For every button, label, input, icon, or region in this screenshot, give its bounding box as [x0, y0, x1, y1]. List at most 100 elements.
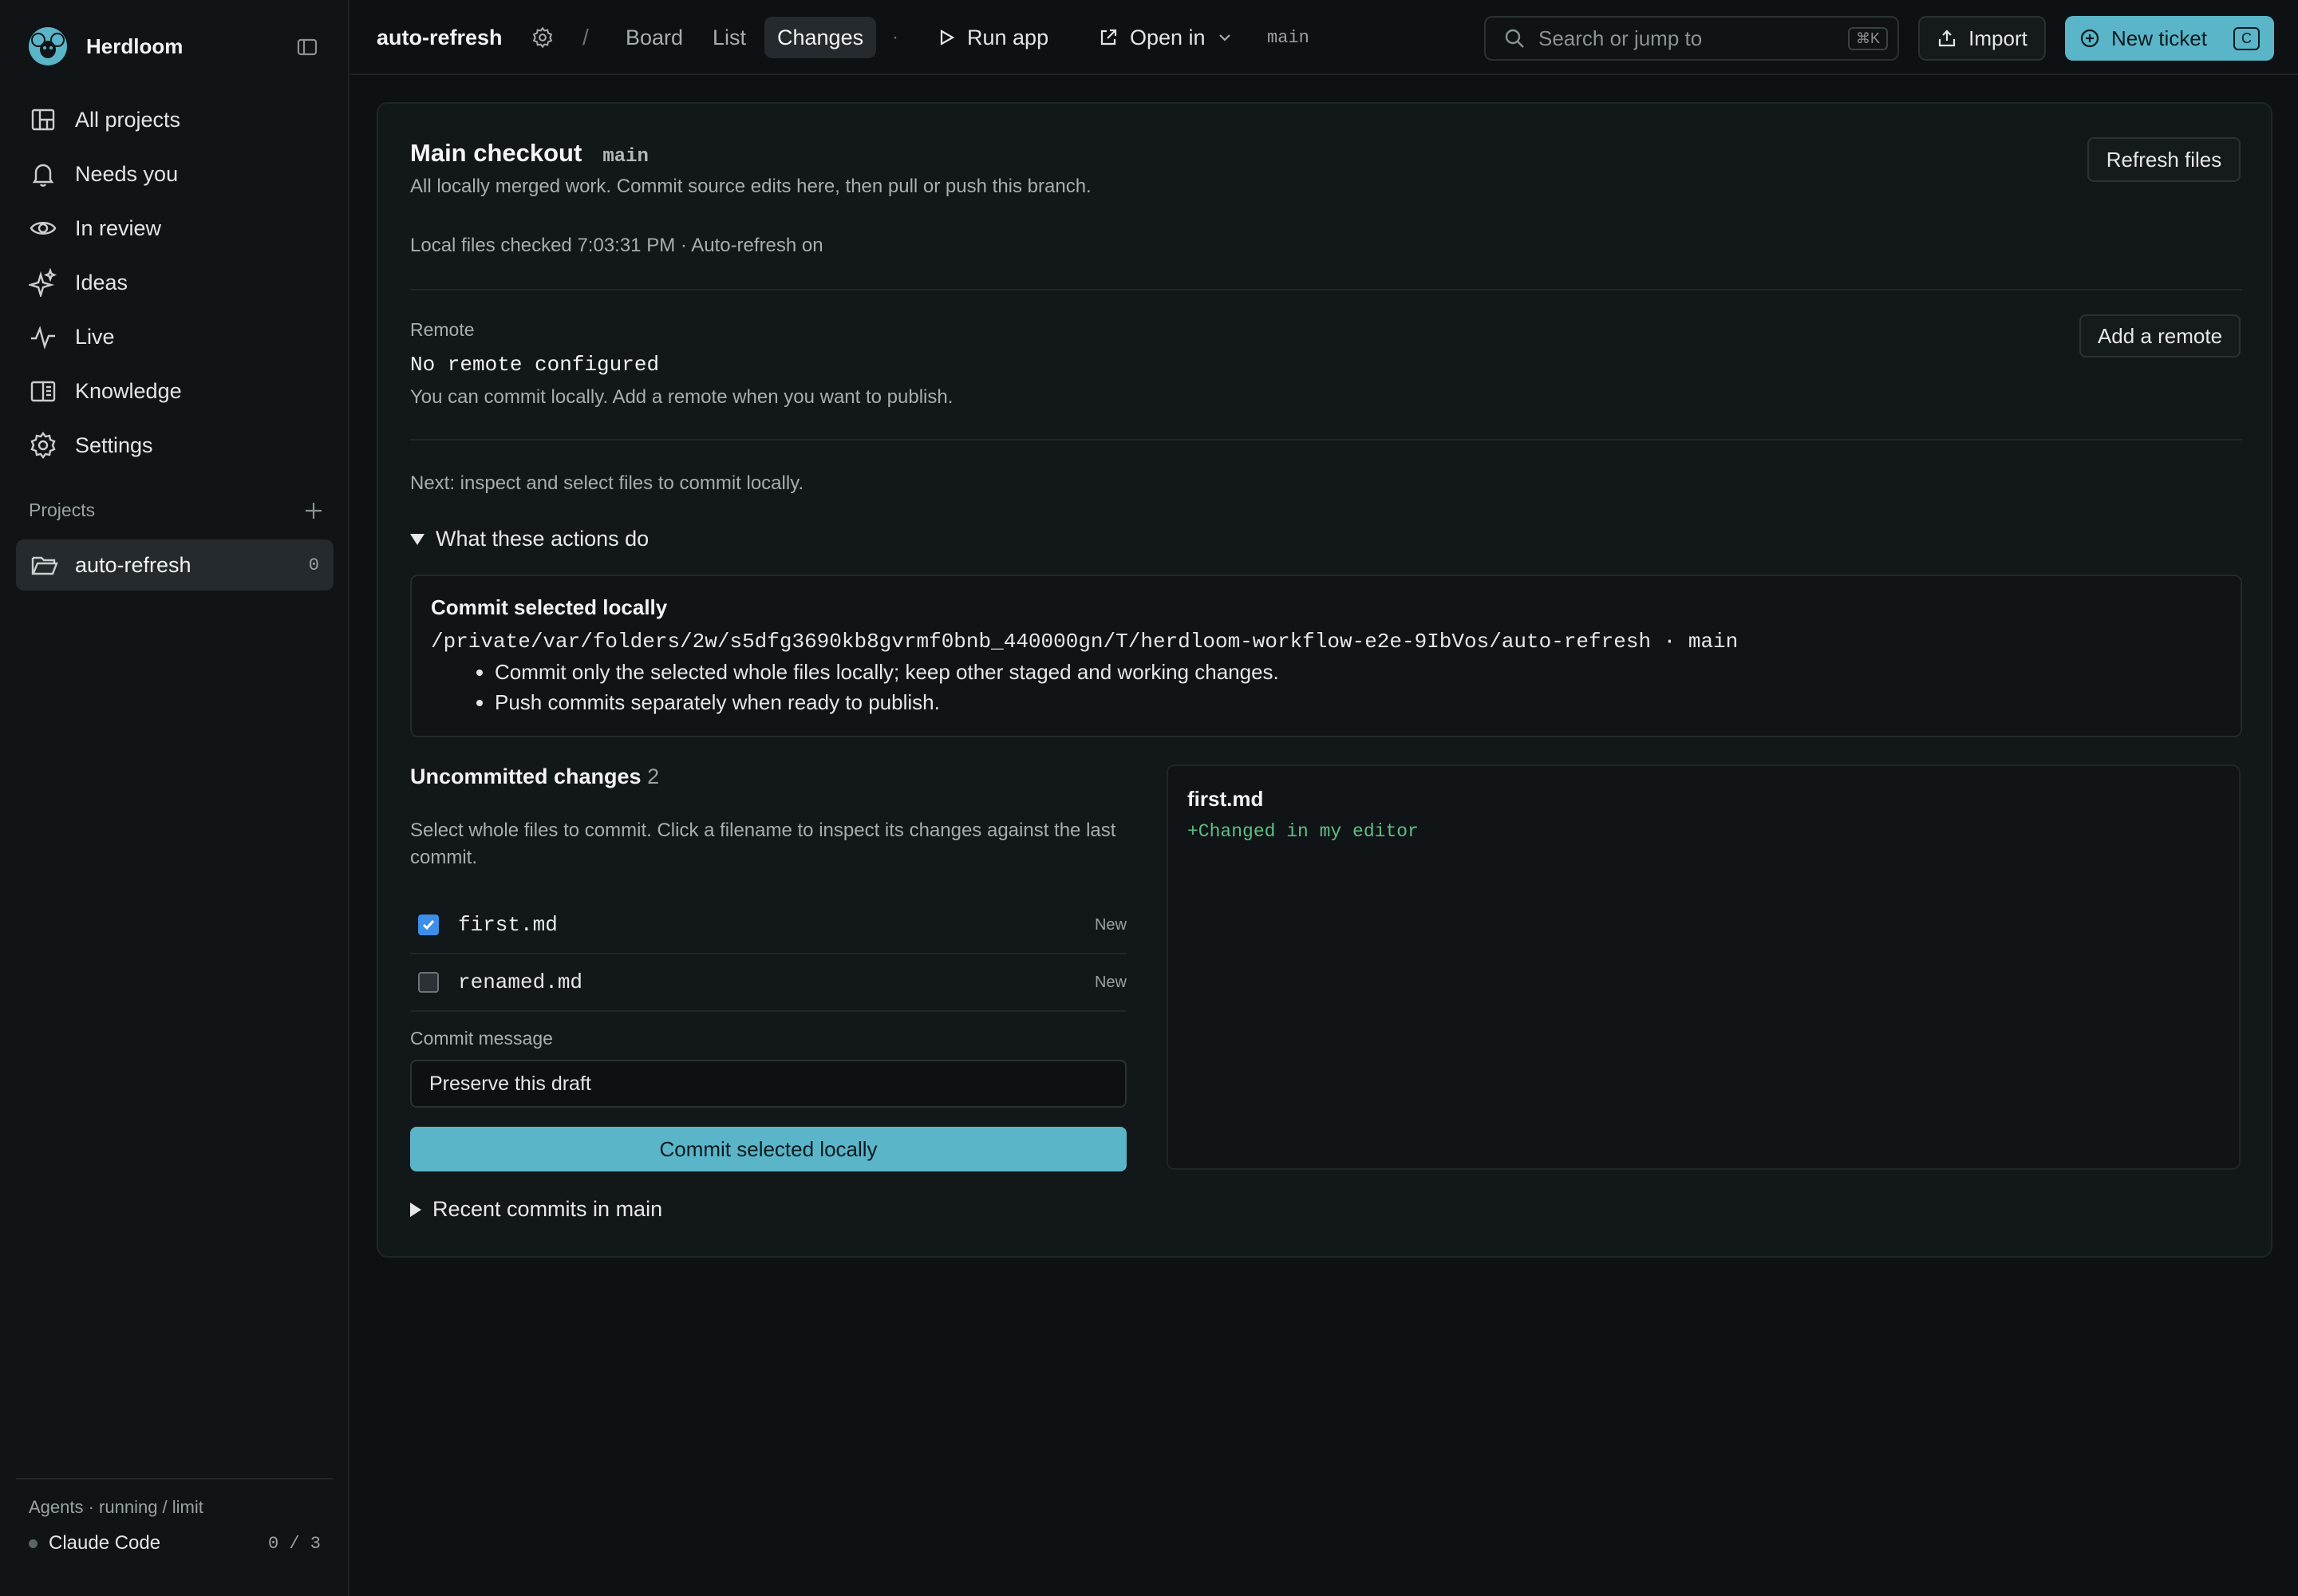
- sidebar-item-settings[interactable]: Settings: [16, 418, 334, 472]
- sidebar-item-in-review[interactable]: In review: [16, 201, 334, 255]
- page-subtitle: All locally merged work. Commit source e…: [410, 176, 1092, 197]
- tab-board[interactable]: Board: [626, 0, 683, 75]
- repo-path: /private/var/folders/2w/s5dfg3690kb8gvrm…: [431, 630, 1739, 654]
- agent-name: Claude Code: [49, 1532, 161, 1554]
- sidebar-item-label: Settings: [75, 433, 153, 457]
- add-project-icon[interactable]: [303, 500, 324, 521]
- play-icon: [937, 28, 956, 47]
- file-name-link[interactable]: renamed.md: [458, 970, 582, 994]
- actions-details-toggle[interactable]: What these actions do: [410, 527, 649, 551]
- agent-count: 0 / 3: [267, 1533, 321, 1554]
- caret-down-icon: [410, 533, 424, 545]
- sidebar-item-all-projects[interactable]: All projects: [16, 93, 334, 147]
- book-icon: [29, 377, 57, 405]
- agents-panel: Agents · running / limit Claude Code 0 /…: [16, 1478, 334, 1555]
- bell-icon: [29, 160, 57, 188]
- recent-commits-toggle[interactable]: Recent commits in main: [410, 1197, 662, 1222]
- gear-icon: [29, 431, 57, 460]
- details-summary: What these actions do: [436, 527, 650, 551]
- refresh-files-button[interactable]: Refresh files: [2087, 137, 2241, 182]
- diff-added-line: +Changed in my editor: [1187, 821, 1419, 842]
- folder-icon: [30, 551, 59, 579]
- file-row[interactable]: first.md New: [410, 897, 1127, 954]
- import-label: Import: [1968, 26, 2028, 50]
- main-checkout-card: Main checkout main All locally merged wo…: [377, 102, 2272, 1258]
- sidebar-toggle-icon[interactable]: [295, 35, 319, 59]
- project-settings-icon[interactable]: [531, 0, 554, 75]
- remote-value: No remote configured: [410, 353, 660, 377]
- search-placeholder: Search or jump to: [1538, 26, 1703, 50]
- tab-list[interactable]: List: [713, 0, 746, 75]
- sidebar-item-live[interactable]: Live: [16, 310, 334, 364]
- info-bullet: Push commits separately when ready to pu…: [495, 687, 2221, 717]
- uncommitted-title-text: Uncommitted changes: [410, 764, 642, 788]
- plus-circle-icon: [2079, 28, 2100, 49]
- sidebar-item-label: In review: [75, 215, 162, 240]
- diff-file-name: first.md: [1187, 787, 1264, 811]
- files-checked-status: Local files checked 7:03:31 PM · Auto-re…: [410, 235, 823, 256]
- brand[interactable]: Herdloom: [26, 24, 183, 69]
- pulse-icon: [29, 322, 57, 351]
- new-ticket-button[interactable]: New ticket C: [2065, 16, 2274, 61]
- sidebar-item-needs-you[interactable]: Needs you: [16, 147, 334, 201]
- run-app-button[interactable]: Run app: [937, 0, 1048, 75]
- open-in-button[interactable]: Open in: [1098, 0, 1233, 75]
- sidebar-item-knowledge[interactable]: Knowledge: [16, 364, 334, 418]
- sidebar-nav: All projects Needs you In review Ideas L…: [16, 93, 334, 472]
- tab-changes[interactable]: Changes: [764, 17, 877, 58]
- new-ticket-label: New ticket: [2111, 26, 2207, 50]
- file-checkbox[interactable]: [418, 915, 439, 935]
- open-in-label: Open in: [1130, 25, 1206, 49]
- uncommitted-count: 2: [647, 764, 660, 788]
- info-bullet: Commit only the selected whole files loc…: [495, 657, 2221, 687]
- branch-label: main: [602, 146, 649, 168]
- breadcrumb-separator: /: [582, 25, 589, 49]
- recent-commits-summary: Recent commits in main: [432, 1197, 663, 1221]
- divider: [410, 289, 2242, 290]
- uncommitted-help: Select whole files to commit. Click a fi…: [410, 820, 1116, 868]
- remote-help: You can commit locally. Add a remote whe…: [410, 386, 954, 408]
- diff-panel: first.md +Changed in my editor: [1167, 764, 2241, 1170]
- agents-title: Agents · running / limit: [29, 1497, 203, 1517]
- divider: [410, 439, 2242, 440]
- external-link-icon: [1098, 27, 1119, 48]
- file-name-link[interactable]: first.md: [458, 913, 558, 937]
- sidebar-item-ideas[interactable]: Ideas: [16, 255, 334, 310]
- info-list: Commit only the selected whole files loc…: [431, 657, 2221, 717]
- info-title: Commit selected locally: [431, 595, 668, 619]
- import-button[interactable]: Import: [1918, 16, 2046, 61]
- sidebar-item-label: Needs you: [75, 161, 179, 186]
- upload-icon: [1937, 28, 1957, 49]
- page-title-text: Main checkout: [410, 139, 582, 167]
- agent-status-dot: [29, 1539, 38, 1548]
- grid-icon: [29, 105, 57, 134]
- sheep-logo-icon: [26, 24, 70, 69]
- eye-icon: [29, 214, 57, 243]
- file-checkbox[interactable]: [418, 972, 439, 993]
- separator-dot: ·: [892, 26, 898, 48]
- sidebar-item-label: Live: [75, 324, 115, 349]
- agent-row[interactable]: Claude Code 0 / 3: [29, 1532, 321, 1555]
- sidebar-item-label: Knowledge: [75, 378, 182, 403]
- projects-label: Projects: [29, 500, 96, 520]
- topbar: auto-refresh / Board List Changes · Run …: [351, 0, 2298, 75]
- project-title: auto-refresh: [377, 25, 503, 49]
- commit-message-label: Commit message: [410, 1028, 553, 1049]
- next-step-hint: Next: inspect and select files to commit…: [410, 472, 804, 494]
- sidebar-item-label: Ideas: [75, 270, 128, 294]
- sidebar-item-label: All projects: [75, 107, 181, 132]
- file-row[interactable]: renamed.md New: [410, 954, 1127, 1012]
- commit-message-input[interactable]: [410, 1060, 1127, 1108]
- actions-info-box: Commit selected locally /private/var/fol…: [410, 575, 2242, 737]
- sparkle-icon: [29, 268, 57, 297]
- project-count: 0: [308, 555, 319, 575]
- commit-selected-button[interactable]: Commit selected locally: [410, 1127, 1127, 1171]
- run-app-label: Run app: [967, 25, 1049, 49]
- uncommitted-title: Uncommitted changes 2: [410, 764, 659, 789]
- project-item-auto-refresh[interactable]: auto-refresh 0: [16, 539, 334, 591]
- new-ticket-shortcut: C: [2233, 26, 2260, 50]
- search-input[interactable]: Search or jump to ⌘K: [1484, 16, 1899, 61]
- chevron-down-icon: [1217, 30, 1233, 45]
- sidebar: Herdloom All projects Needs you In revie…: [0, 0, 349, 1596]
- add-remote-button[interactable]: Add a remote: [2079, 314, 2241, 358]
